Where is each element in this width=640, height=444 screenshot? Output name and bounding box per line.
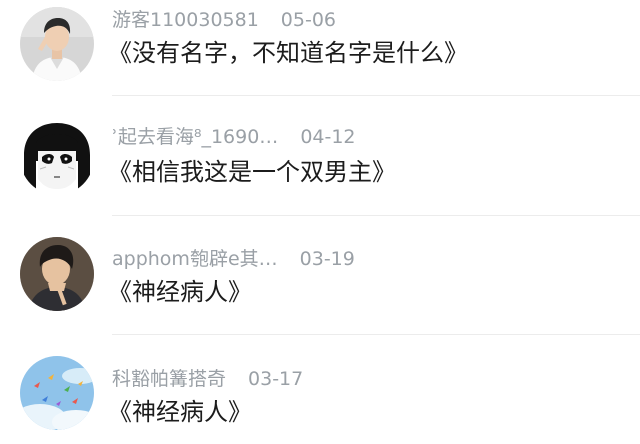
comment-text: 《神经病人》 [108,398,252,426]
divider [112,334,640,335]
comment-date: 03-17 [248,368,304,390]
username[interactable]: 科豁帕篝搭奇 [112,366,226,392]
comment-text: 《相信我这是一个双男主》 [108,158,396,186]
username[interactable]: apphom匏辟e其… [112,246,278,272]
username[interactable]: ʾ起去看海⁸_1690… [112,124,278,150]
comment-date: 04-12 [300,126,356,148]
comment-meta: ʾ起去看海⁸_1690… 04-12 [112,124,356,150]
comment-item: 科豁帕篝搭奇 03-17 《神经病人》 [0,0,640,430]
comment-list: 游客110030581 05-06 《没有名字，不知道名字是什么》 ʾ起去看海⁸_… [0,0,640,444]
anime-girl-avatar-icon [20,121,94,195]
avatar[interactable] [20,356,94,430]
avatar[interactable] [20,121,94,195]
avatar[interactable] [20,237,94,311]
paper-cranes-sky-avatar-icon [20,356,94,430]
divider [112,215,640,216]
comment-text: 《神经病人》 [108,278,252,306]
comment-meta: apphom匏辟e其… 03-19 [112,246,355,272]
dark-hair-man-avatar-icon [20,237,94,311]
comment-date: 03-19 [299,248,355,270]
comment-meta: 科豁帕篝搭奇 03-17 [112,366,303,392]
